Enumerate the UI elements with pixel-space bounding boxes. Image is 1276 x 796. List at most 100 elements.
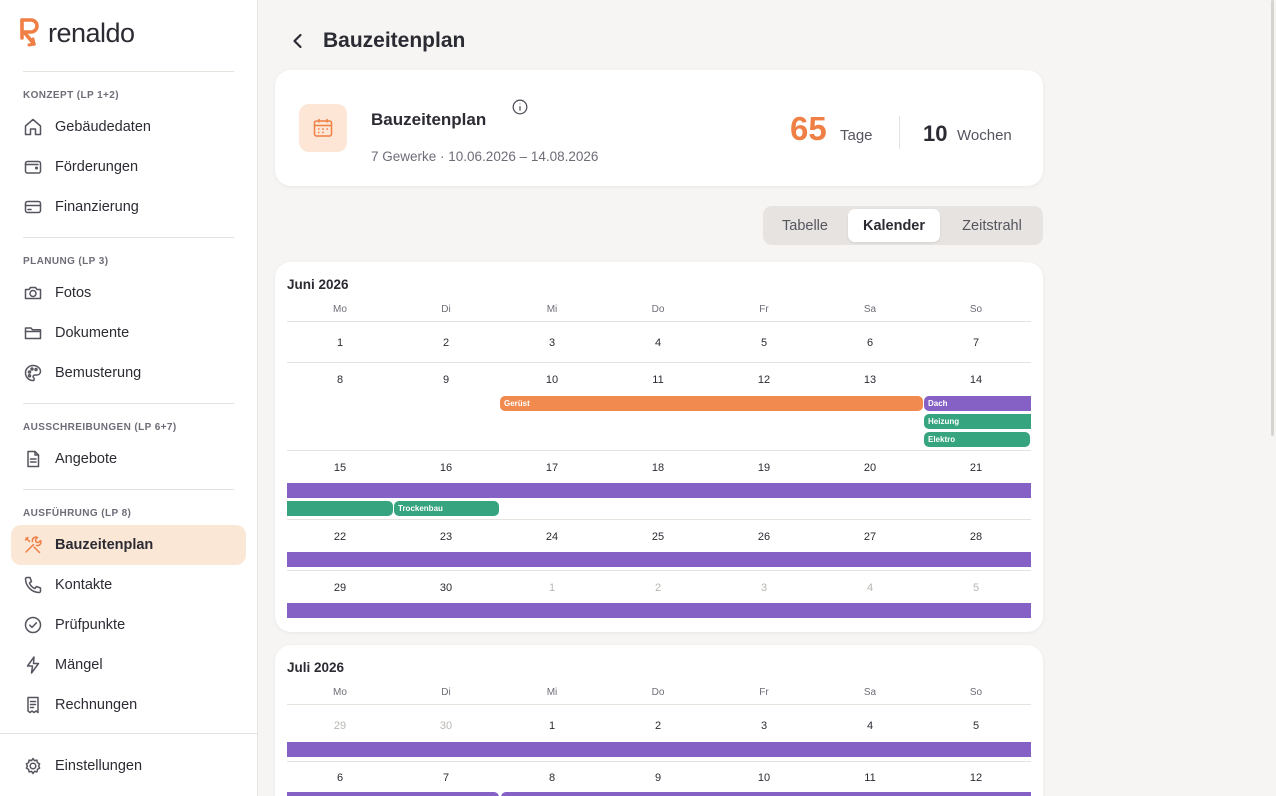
day-cell[interactable]: 6 [287,772,393,784]
section-title-ausschreibungen: AUSSCHREIBUNGEN (LP 6+7) [23,422,177,433]
day-cell[interactable]: 29 [287,582,393,594]
day-cell[interactable]: 27 [817,531,923,543]
day-cell[interactable]: 12 [711,374,817,386]
section-title-konzept: KONZEPT (LP 1+2) [23,90,119,101]
day-cell[interactable]: 9 [605,772,711,784]
day-cell[interactable]: 15 [287,462,393,474]
event-bar-dach-continued[interactable] [287,742,1031,757]
day-cell[interactable]: 2 [605,720,711,732]
tools-icon [23,535,43,555]
event-bar-dach-continued[interactable] [287,603,1031,618]
weekday-label: Mi [546,687,558,698]
day-cell[interactable]: 3 [499,337,605,349]
palette-icon [23,363,43,383]
day-cell[interactable]: 14 [923,374,1029,386]
day-cell[interactable]: 19 [711,462,817,474]
sidebar-item-dokumente[interactable]: Dokumente [11,313,246,353]
sidebar-item-maengel[interactable]: Mängel [11,645,246,685]
day-cell[interactable]: 6 [817,337,923,349]
day-cell[interactable]: 5 [711,337,817,349]
event-bar-elektro[interactable]: Elektro [924,432,1030,447]
day-cell[interactable]: 13 [817,374,923,386]
day-cell[interactable]: 23 [393,531,499,543]
day-cell[interactable]: 22 [287,531,393,543]
sidebar-item-bauzeitenplan[interactable]: Bauzeitenplan [11,525,246,565]
divider [23,71,234,72]
sidebar-item-rechnungen[interactable]: Rechnungen [11,685,246,725]
day-cell[interactable]: 28 [923,531,1029,543]
divider [23,403,234,404]
day-cell[interactable]: 26 [711,531,817,543]
day-cell[interactable]: 25 [605,531,711,543]
tab-kalender[interactable]: Kalender [848,209,940,242]
sidebar-item-finanzierung[interactable]: Finanzierung [11,187,246,227]
event-bar-trockenbau[interactable]: Trockenbau [394,501,499,516]
sidebar-item-bemusterung[interactable]: Bemusterung [11,353,246,393]
weekday-label: Sa [863,304,877,315]
days-label: Tage [840,127,873,144]
event-bar-dach[interactable]: Dach [924,396,1031,411]
day-cell-outside-month[interactable]: 30 [393,720,499,732]
sidebar-item-label: Gebäudedaten [55,119,151,135]
day-cell-outside-month[interactable]: 29 [287,720,393,732]
day-cell-outside-month[interactable]: 5 [923,582,1029,594]
event-bar-heizung[interactable]: Heizung [924,414,1031,429]
event-bar-continued[interactable] [501,792,1031,796]
sidebar-item-einstellungen[interactable]: Einstellungen [11,746,246,786]
day-cell[interactable]: 9 [393,374,499,386]
event-bar-dach-continued[interactable] [287,483,1031,498]
event-bar-dach-continued[interactable] [287,792,499,796]
sidebar-item-fotos[interactable]: Fotos [11,273,246,313]
sidebar-item-foerderungen[interactable]: Förderungen [11,147,246,187]
info-icon[interactable] [512,99,528,115]
day-cell-outside-month[interactable]: 3 [711,582,817,594]
scrollbar-thumb[interactable] [1271,0,1274,436]
day-cell[interactable]: 18 [605,462,711,474]
day-cell[interactable]: 4 [817,720,923,732]
sidebar-item-label: Mängel [55,657,103,673]
day-cell[interactable]: 10 [499,374,605,386]
day-cell[interactable]: 11 [817,772,923,784]
event-bar-heizung-continued[interactable] [287,501,393,516]
day-cell-outside-month[interactable]: 1 [499,582,605,594]
sidebar-item-label: Bemusterung [55,365,142,381]
day-cell[interactable]: 10 [711,772,817,784]
week-divider [287,362,1031,363]
day-cell[interactable]: 1 [287,337,393,349]
logo[interactable]: renaldo [18,16,135,50]
event-bar-dach-continued[interactable] [287,552,1031,567]
day-cell[interactable]: 16 [393,462,499,474]
day-cell[interactable]: 1 [499,720,605,732]
day-cell[interactable]: 12 [923,772,1029,784]
tab-zeitstrahl[interactable]: Zeitstrahl [943,209,1041,242]
sidebar-item-kontakte[interactable]: Kontakte [11,565,246,605]
day-cell[interactable]: 3 [711,720,817,732]
chevron-left-icon [293,33,302,49]
day-cell[interactable]: 8 [499,772,605,784]
day-cell[interactable]: 17 [499,462,605,474]
tab-tabelle[interactable]: Tabelle [763,209,847,242]
day-cell[interactable]: 24 [499,531,605,543]
day-cell[interactable]: 7 [923,337,1029,349]
day-cell[interactable]: 21 [923,462,1029,474]
day-cell[interactable]: 4 [605,337,711,349]
page-header: Bauzeitenplan [289,27,465,55]
day-cell[interactable]: 30 [393,582,499,594]
day-cell[interactable]: 11 [605,374,711,386]
day-cell-outside-month[interactable]: 2 [605,582,711,594]
day-cell-outside-month[interactable]: 4 [817,582,923,594]
week-divider [287,321,1031,322]
sidebar-item-angebote[interactable]: Angebote [11,439,246,479]
day-cell[interactable]: 5 [923,720,1029,732]
back-button[interactable] [289,27,311,55]
sidebar-item-gebaeudedaten[interactable]: Gebäudedaten [11,107,246,147]
day-cell[interactable]: 8 [287,374,393,386]
sidebar-item-pruefpunkte[interactable]: Prüfpunkte [11,605,246,645]
day-cell[interactable]: 20 [817,462,923,474]
sidebar-item-label: Angebote [55,451,118,467]
phone-icon [23,575,43,595]
day-cell[interactable]: 2 [393,337,499,349]
day-cell[interactable]: 7 [393,772,499,784]
event-bar-geruest[interactable]: Gerüst [500,396,923,411]
renaldo-logo-icon [20,18,39,47]
